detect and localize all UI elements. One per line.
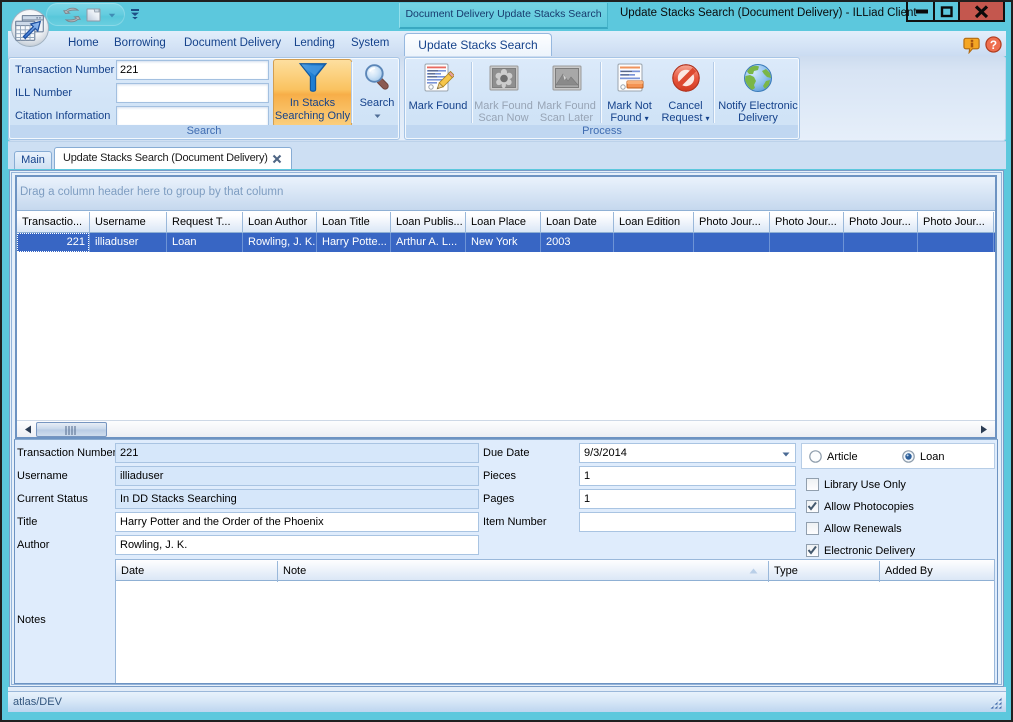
svg-text:?: ? <box>990 38 997 52</box>
